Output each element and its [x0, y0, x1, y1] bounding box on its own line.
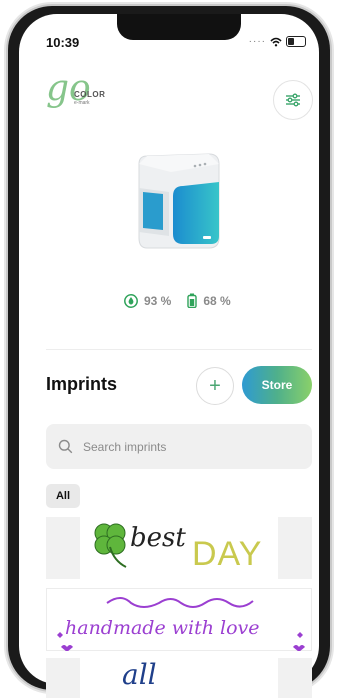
settings-button[interactable]: [273, 80, 313, 120]
ink-level: 93 %: [124, 294, 171, 308]
imprint-preview: handmade with love: [46, 588, 312, 651]
store-button[interactable]: Store: [242, 366, 312, 404]
imprint-preview: all: [80, 658, 278, 698]
go-color-logo[interactable]: go COLOR e-mark: [46, 70, 106, 118]
imprint-preview: best DAY: [80, 517, 278, 579]
power-button: [330, 180, 334, 250]
notch: [117, 14, 241, 40]
imprints-title: Imprints: [46, 374, 118, 394]
logo-sub: e-mark: [74, 100, 90, 106]
search-input[interactable]: [81, 438, 285, 455]
imprint-card[interactable]: all: [46, 658, 312, 698]
battery-level: 68 %: [187, 293, 231, 308]
status-time: 10:39: [46, 35, 80, 50]
logo-brand: COLOR: [74, 90, 106, 99]
battery-icon: [187, 293, 198, 308]
battery-percent: 68 %: [203, 293, 231, 308]
wifi-icon: [270, 37, 282, 46]
imprint-card[interactable]: best DAY: [46, 517, 312, 579]
add-imprint-button[interactable]: +: [196, 367, 234, 405]
ink-percent: 93 %: [144, 293, 172, 308]
signal-icon: ····: [248, 36, 266, 47]
imprint-text-all: all: [122, 658, 157, 691]
ink-drop-icon: [124, 293, 138, 308]
search-bar[interactable]: [46, 424, 312, 469]
filter-chip-all[interactable]: All: [46, 484, 80, 508]
status-battery-icon: [286, 36, 306, 47]
imprint-text-best: best: [130, 523, 186, 553]
imprint-card[interactable]: handmade with love: [46, 588, 312, 651]
sliders-icon: [286, 93, 300, 107]
imprint-text-handmade: handmade with love: [65, 617, 260, 639]
device-levels: 93 % 68 %: [124, 293, 231, 308]
divider: [46, 349, 312, 350]
status-icons: ····: [249, 36, 306, 47]
printer-device-image: [138, 153, 220, 249]
imprint-text-day: DAY: [192, 535, 263, 573]
search-icon: [58, 439, 73, 454]
